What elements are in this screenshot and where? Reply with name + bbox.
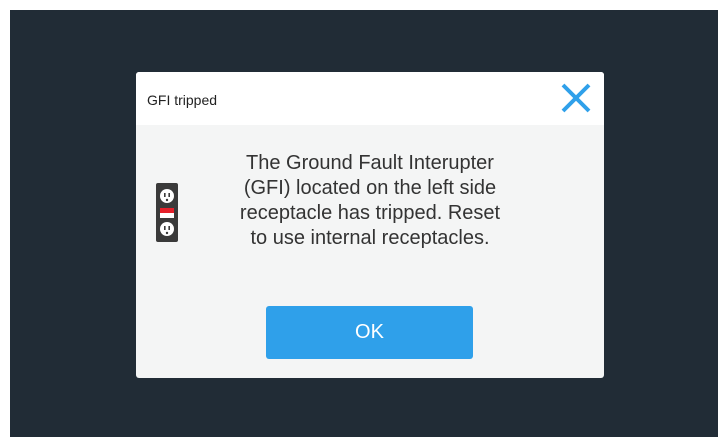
screen-backdrop: GFI tripped The Ground Fault Interupter …	[10, 10, 718, 437]
gfi-receptacle-icon	[156, 183, 178, 242]
ok-button[interactable]: OK	[266, 306, 473, 359]
dialog-message: The Ground Fault Interupter (GFI) locate…	[239, 152, 501, 249]
dialog-title: GFI tripped	[147, 92, 218, 108]
gfi-tripped-dialog: GFI tripped The Ground Fault Interupter …	[136, 72, 604, 378]
close-button[interactable]	[560, 82, 592, 114]
close-icon	[561, 83, 591, 113]
dialog-header: GFI tripped	[136, 72, 604, 125]
